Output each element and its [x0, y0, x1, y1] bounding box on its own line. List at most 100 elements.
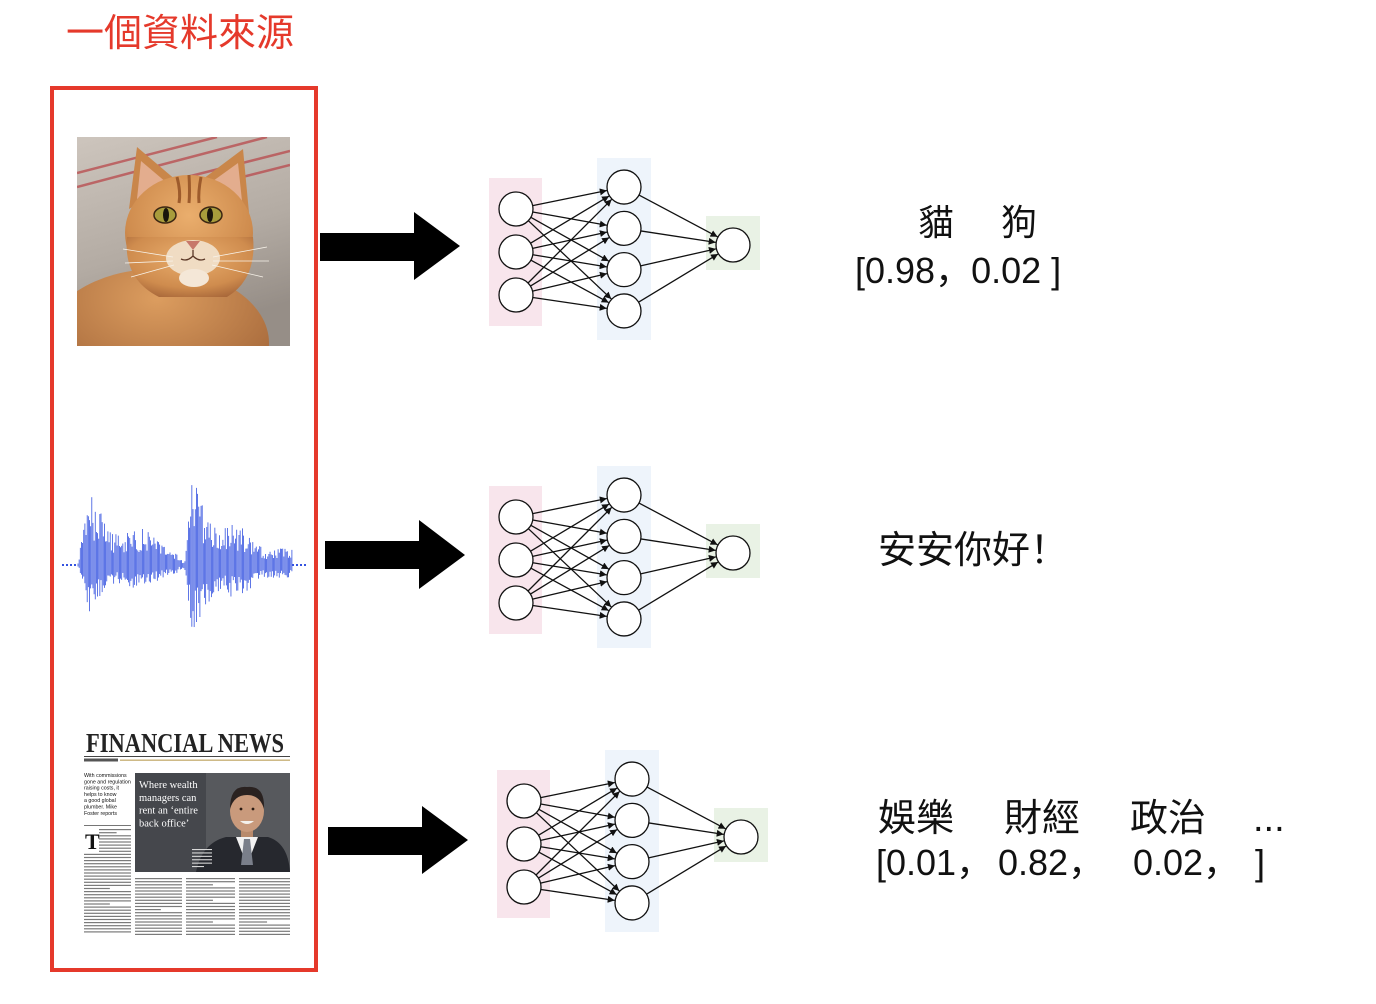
- body-text-line: [84, 853, 131, 855]
- output-node: [715, 227, 751, 263]
- body-text-line: [84, 912, 131, 914]
- body-text-line: [84, 928, 131, 930]
- headline-line: managers can: [139, 793, 197, 804]
- body-text-line: [239, 927, 290, 929]
- network-edge: [538, 851, 617, 896]
- arrow-right-icon: [325, 520, 465, 589]
- body-text-line: [135, 902, 182, 904]
- network-edge: [540, 803, 615, 820]
- body-text-line: [186, 918, 235, 920]
- body-text-line: [84, 869, 131, 871]
- input-node: [498, 499, 534, 535]
- hidden-node: [606, 210, 642, 246]
- standfirst-line: a good global: [84, 798, 116, 804]
- network-edge: [540, 846, 615, 862]
- body-text-line: [84, 881, 131, 883]
- newspaper-page: FINANCIAL NEWS With commissions gone and…: [84, 725, 290, 937]
- neural-network: [497, 750, 768, 932]
- network-edge: [532, 271, 608, 292]
- topic-label: 政治: [1130, 798, 1207, 840]
- network-edge: [540, 888, 615, 903]
- body-text-line: [239, 909, 290, 911]
- standfirst-line: With commissions: [84, 773, 127, 779]
- headline-line: rent an ‘entire: [139, 806, 198, 817]
- topic-probability: 0.02，: [1133, 842, 1240, 883]
- hidden-node: [606, 293, 642, 329]
- hidden-node: [614, 844, 650, 880]
- arrow-right-icon: [320, 212, 460, 280]
- network-edge: [648, 838, 725, 859]
- body-text-line: [135, 890, 182, 892]
- body-text-line: [99, 835, 131, 837]
- body-text-line: [84, 925, 131, 927]
- hidden-node: [614, 761, 650, 797]
- body-text-line: [239, 912, 290, 914]
- speech-waveform: [62, 485, 306, 628]
- photo-caption-line: [192, 859, 212, 861]
- topic-probability-bracket: ]: [1255, 842, 1266, 883]
- body-text-line: [239, 933, 290, 935]
- body-text-line: [84, 894, 131, 896]
- cat-left-pupil: [163, 208, 169, 222]
- network-edge: [532, 604, 607, 619]
- body-text-line: [186, 933, 235, 935]
- network-edge: [540, 863, 616, 884]
- body-text-line: [135, 878, 182, 880]
- body-text-line: [186, 915, 235, 917]
- body-text-line: [99, 847, 131, 849]
- portrait-eye: [251, 807, 255, 811]
- hidden-node: [606, 252, 642, 288]
- neural-networks: [489, 158, 768, 932]
- body-text-line: [135, 909, 161, 911]
- body-text-line: [239, 884, 290, 886]
- class-label-dog: 狗: [1001, 202, 1038, 243]
- body-text-line: [239, 878, 290, 880]
- body-text-line: [239, 881, 290, 883]
- network-edge: [532, 254, 607, 270]
- date-rule: [120, 759, 290, 761]
- body-text-line: [99, 829, 131, 831]
- body-text-line: [186, 912, 235, 914]
- topic-label: 財經: [1004, 798, 1081, 840]
- photo-caption-line: [192, 866, 204, 868]
- body-text-line: [239, 905, 290, 908]
- body-text-line: [84, 891, 131, 893]
- body-text-line: [99, 838, 131, 840]
- body-text-line: [135, 924, 182, 926]
- body-text-line: [135, 893, 182, 895]
- body-text-line: [135, 896, 182, 898]
- cat-chin: [179, 269, 209, 287]
- body-text-line: [84, 915, 131, 917]
- hidden-node: [606, 169, 642, 205]
- standfirst-line: Foster reports: [84, 811, 117, 817]
- body-text-line: [186, 887, 235, 889]
- transcript-text: 安安你好！: [878, 530, 1069, 572]
- body-text-line: [239, 921, 268, 923]
- body-text-line: [186, 893, 235, 895]
- hidden-node: [606, 518, 642, 554]
- network-edge: [532, 519, 607, 536]
- body-text-line: [84, 884, 131, 886]
- input-node: [498, 191, 534, 227]
- body-text-line: [239, 899, 290, 901]
- body-text-line: [135, 930, 182, 932]
- standfirst-line: plumber. Mike: [84, 805, 117, 811]
- body-text-line: [186, 909, 235, 911]
- class-probabilities: [0.98，0.02 ]: [855, 250, 1062, 291]
- neural-network: [489, 158, 760, 340]
- input-node: [506, 783, 542, 819]
- body-text-line: [186, 896, 235, 898]
- input-node: [498, 542, 534, 578]
- body-text-line: [239, 915, 290, 917]
- masthead-rule: [84, 756, 290, 757]
- hidden-node: [606, 560, 642, 596]
- body-text-line: [84, 900, 131, 902]
- network-edge: [532, 562, 607, 578]
- body-text-line: [84, 863, 131, 865]
- photo-caption-line: [192, 862, 212, 864]
- body-text-line: [84, 909, 131, 911]
- standfirst-line: helps to know: [84, 792, 117, 798]
- network-edge: [532, 211, 607, 228]
- network-edge: [530, 567, 609, 612]
- body-text-line: [239, 918, 290, 920]
